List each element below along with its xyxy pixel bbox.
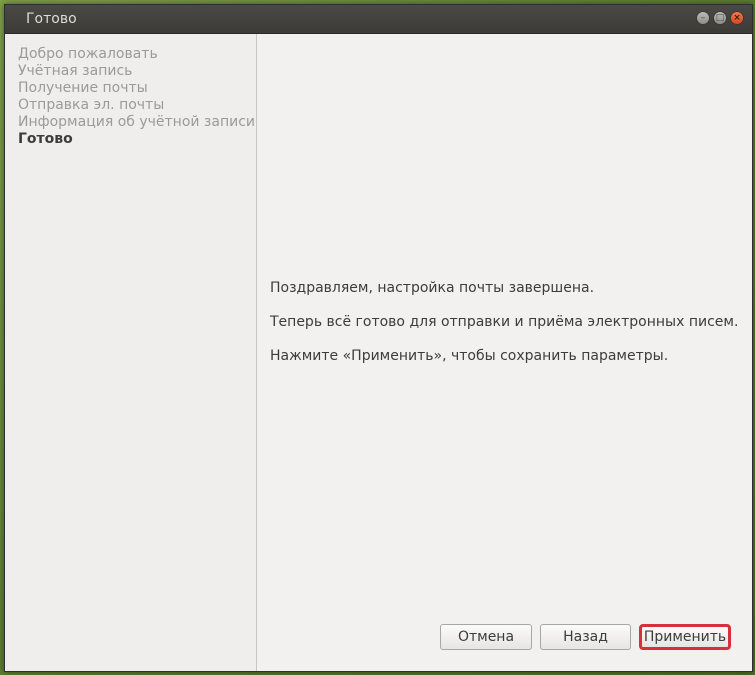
title-bar[interactable]: Готово – □ × [5,5,752,34]
step-sending-mail: Отправка эл. почты [18,97,165,113]
apply-button[interactable]: Применить [639,624,731,650]
step-welcome: Добро пожаловать [18,46,158,62]
back-button[interactable]: Назад [540,624,631,650]
content-pane: Поздравляем, настройка почты завершена. … [257,34,752,671]
cancel-button[interactable]: Отмена [440,624,532,650]
congrats-text: Поздравляем, настройка почты завершена. [270,280,595,296]
maximize-icon[interactable]: □ [713,11,727,25]
steps-list: Добро пожаловать Учётная запись Получени… [5,34,256,148]
window-controls: – □ × [696,11,744,25]
step-account: Учётная запись [18,63,133,79]
close-icon[interactable]: × [730,11,744,25]
minimize-icon[interactable]: – [696,11,710,25]
apply-hint-text: Нажмите «Применить», чтобы сохранить пар… [270,348,669,364]
step-done: Готово [18,131,73,147]
window-title: Готово [26,11,77,27]
step-account-info: Информация об учётной записи [18,114,256,130]
step-receiving-mail: Получение почты [18,80,148,96]
ready-text: Теперь всё готово для отправки и приёма … [270,314,739,330]
steps-sidebar: Добро пожаловать Учётная запись Получени… [5,34,257,671]
assistant-window: Готово – □ × Добро пожаловать Учётная за… [4,4,753,672]
